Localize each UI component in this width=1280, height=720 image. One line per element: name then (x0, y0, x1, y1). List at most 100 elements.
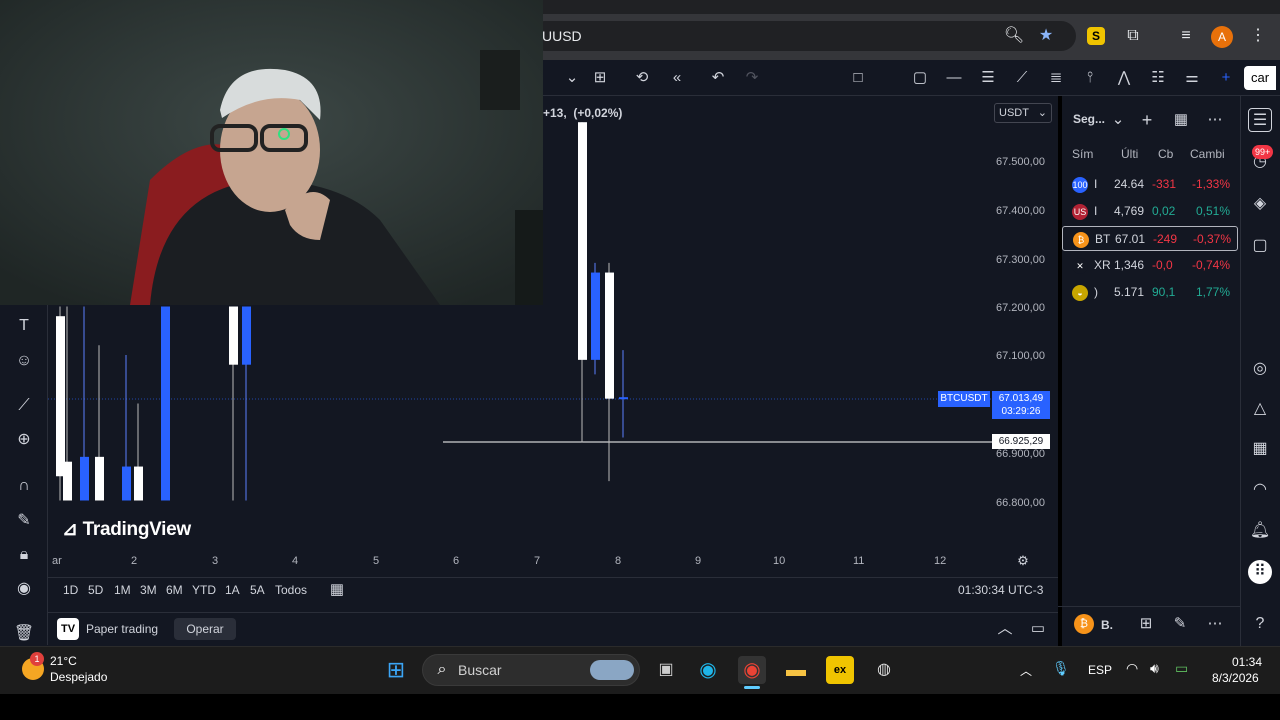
lock-icon[interactable]: 🔒︎ (12, 543, 36, 567)
edge-icon[interactable]: ◉ (694, 656, 722, 684)
layers-icon[interactable]: ◈ (1248, 192, 1272, 216)
zoom-in-icon[interactable]: ⊕ (12, 428, 36, 452)
chart-clock[interactable]: 01:30:34 UTC-3 (958, 583, 1043, 597)
profile-avatar[interactable]: A (1211, 26, 1233, 48)
exness-icon[interactable]: ex (826, 656, 854, 684)
rewind-icon[interactable]: « (665, 66, 689, 90)
watchlist-row[interactable]: US I 4,769 0,02 0,51% (1062, 199, 1238, 224)
maximize-panel-icon[interactable]: ▭ (1026, 617, 1050, 641)
timeframe-1a[interactable]: 1A (225, 583, 240, 597)
timeframe-5a[interactable]: 5A (250, 583, 265, 597)
weather-temperature[interactable]: 21°C (50, 654, 77, 668)
layout-icon[interactable]: ⊞ (1134, 612, 1158, 636)
chrome-icon[interactable]: ◉ (738, 656, 766, 684)
timeframe-1m[interactable]: 1M (114, 583, 131, 597)
chart-settings-gear-icon[interactable]: ⚙ (1011, 549, 1035, 573)
calendar-icon[interactable]: ▦ (1248, 437, 1272, 461)
eye-icon[interactable]: ◉ (12, 577, 36, 601)
sliders-icon[interactable]: ⚌ (1180, 66, 1204, 90)
timeframe-6m[interactable]: 6M (166, 583, 183, 597)
calendar-range-icon[interactable]: ▦ (325, 578, 349, 602)
fullscreen-icon[interactable]: □ (846, 66, 870, 90)
windows-start-icon[interactable]: ⊞ (382, 656, 410, 684)
search-button[interactable]: car (1244, 66, 1276, 90)
ruler-icon[interactable]: ⟋ (12, 394, 36, 418)
more-icon[interactable]: ⋯ (1203, 108, 1227, 132)
obs-icon[interactable]: ◍ (870, 656, 898, 684)
watchlist-row[interactable]: ✕ XR 1,346 -0,0 -0,74% (1062, 253, 1238, 278)
apps-grid-icon[interactable]: ⠿ (1248, 560, 1272, 584)
microphone-icon[interactable]: 🎙︎ (1052, 660, 1070, 677)
chat-icon[interactable]: ▢ (1248, 234, 1272, 258)
column-change[interactable]: Cb (1158, 147, 1173, 161)
taskbar-date[interactable]: 8/3/2026 (1212, 671, 1259, 685)
chevron-up-icon[interactable]: ︿ (993, 617, 1017, 641)
timeframe-5d[interactable]: 5D (88, 583, 103, 597)
puzzle-icon[interactable]: ⧉ (1121, 24, 1145, 48)
magnet-icon[interactable]: ∩ (12, 474, 36, 498)
file-explorer-icon[interactable]: ▬ (782, 656, 810, 684)
task-view-icon[interactable]: ▣ (652, 656, 680, 684)
emoji-icon[interactable]: ☺ (12, 349, 36, 373)
url-field[interactable] (530, 21, 1076, 51)
detail-symbol[interactable]: B. (1101, 618, 1113, 632)
zoom-icon[interactable]: 🔍︎ (1002, 24, 1026, 48)
column-last[interactable]: Últi (1121, 147, 1138, 161)
taskbar-time[interactable]: 01:34 (1232, 655, 1262, 669)
star-icon[interactable]: ★ (1034, 24, 1058, 48)
undo-icon[interactable]: ↶ (706, 66, 730, 90)
watchlist-title[interactable]: Seg... (1073, 112, 1105, 126)
search-placeholder[interactable]: Buscar (458, 662, 502, 678)
add-symbol-icon[interactable]: + (1135, 108, 1159, 132)
battery-icon[interactable]: ▭ (1175, 660, 1188, 677)
hline-tool-icon[interactable]: — (942, 66, 966, 90)
trendline-tool-icon[interactable]: ⟋ (1010, 66, 1034, 90)
language-indicator[interactable]: ESP (1088, 663, 1112, 677)
extension-icon[interactable]: S (1087, 27, 1105, 45)
edit-icon[interactable]: ✎ (1168, 612, 1192, 636)
stream-icon[interactable]: ◠ (1248, 478, 1272, 502)
timeframe-3m[interactable]: 3M (140, 583, 157, 597)
column-symbol[interactable]: Sím (1072, 147, 1093, 161)
layout-grid-icon[interactable]: ⊞ (588, 66, 612, 90)
watchlist-row[interactable]: ◒) 5.171 90,1 1,77% (1062, 280, 1238, 305)
target-icon[interactable]: ◎ (1248, 357, 1272, 381)
weather-description[interactable]: Despejado (50, 670, 107, 684)
crosshair-icon[interactable]: + (1214, 66, 1238, 90)
rectangle-tool-icon[interactable]: ▢ (908, 66, 932, 90)
row-change: -0,0 (1152, 258, 1173, 272)
tray-overflow-icon[interactable]: ︿ (1020, 662, 1032, 679)
date-tick: 10 (773, 555, 786, 567)
wifi-icon[interactable]: ◠ (1126, 660, 1138, 677)
column-change-pct[interactable]: Cambi (1190, 147, 1225, 161)
fib-tool-icon[interactable]: ≣ (1044, 66, 1068, 90)
volume-icon[interactable]: 🔊︎ (1150, 660, 1159, 677)
chevron-down-icon[interactable]: ⌄ (560, 66, 584, 90)
chevron-down-icon[interactable]: ⌄ (1106, 108, 1130, 132)
paper-trading-label[interactable]: Paper trading (86, 622, 158, 636)
operar-button[interactable]: Operar (174, 618, 236, 640)
text-icon[interactable]: T (12, 314, 36, 338)
watchlist-row[interactable]: 100 I 24.64 -331 -1,33% (1062, 172, 1238, 197)
pattern-tool-icon[interactable]: ⋀ (1112, 66, 1136, 90)
playlist-icon[interactable]: ≡ (1174, 24, 1198, 48)
watchlist-icon[interactable]: ☰ (1248, 108, 1272, 132)
pitchfork-tool-icon[interactable]: ⫯ (1078, 66, 1102, 90)
bell-icon[interactable]: 🔔︎ (1248, 519, 1272, 543)
more-icon[interactable]: ⋯ (1203, 612, 1227, 636)
timeframe-todos[interactable]: Todos (275, 583, 307, 597)
pencil-lock-icon[interactable]: ✎ (12, 509, 36, 533)
settings-lines-icon[interactable]: ☷ (1146, 66, 1170, 90)
currency-select[interactable]: USDT ⌄ (994, 103, 1052, 123)
table-view-icon[interactable]: ▦ (1169, 108, 1193, 132)
help-icon[interactable]: ? (1248, 612, 1272, 636)
watchlist-row[interactable]: ₿ BT 67.01 -249 -0,37% (1062, 226, 1238, 251)
timeframe-1d[interactable]: 1D (63, 583, 78, 597)
replay-icon[interactable]: ⟲ (630, 66, 654, 90)
url-text[interactable]: UUSD (542, 28, 582, 44)
ideas-icon[interactable]: △ (1248, 397, 1272, 421)
trash-icon[interactable]: 🗑︎ (12, 622, 36, 646)
kebab-menu-icon[interactable]: ⋮ (1246, 24, 1270, 48)
timeframe-ytd[interactable]: YTD (192, 583, 216, 597)
channel-tool-icon[interactable]: ☰ (976, 66, 1000, 90)
